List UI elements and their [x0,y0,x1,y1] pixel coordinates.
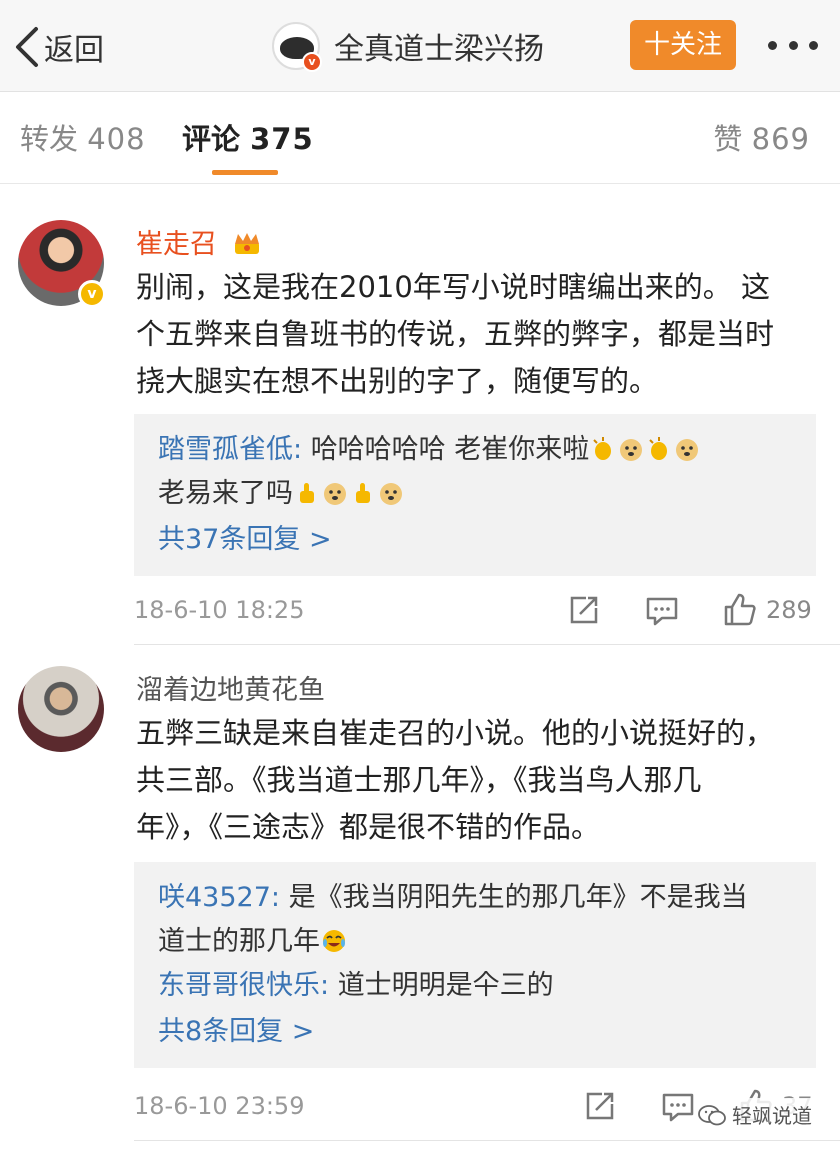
clap-emoji-icon [593,437,612,460]
reply-colon: : [293,434,311,465]
reply-text: 道士的那几年 [158,926,320,957]
verified-badge-icon: v [78,280,106,308]
comment-text-line: 共三部。《我当道士那几年》，《我当鸟人那几 [136,763,702,797]
doge-emoji-icon [324,483,346,505]
comment-item: v 崔走召 别闹，这是我在2010年写小说时瞎编出来的。 这 个五弊来自鲁班书的… [0,200,840,645]
comment-author-name: 溜着边地黄花鱼 [136,675,325,706]
reply-text: 老易来了吗 [158,478,293,509]
divider [134,644,840,645]
like-icon[interactable] [722,592,758,628]
comment-text-line: 挠大腿实在想不出别的字了，随便写的。 [136,364,659,398]
wechat-icon [698,1104,726,1125]
chevron-left-icon [16,27,38,67]
reply-text: 道士明明是仐三的 [337,970,554,1001]
back-button[interactable]: 返回 [12,22,104,72]
reply-user[interactable]: 东哥哥很快乐 [158,970,320,1001]
watermark: 轻飒说道 [694,1098,816,1131]
comment-time: 18-6-10 18:25 [134,596,305,624]
laugh-cry-emoji-icon [323,930,345,952]
reply-user[interactable]: 踏雪孤雀低 [158,434,293,465]
comment-item: 溜着边地黄花鱼 五弊三缺是来自崔走召的小说。他的小说挺好的， 共三部。《我当道士… [0,646,840,1154]
doge-emoji-icon [676,439,699,461]
reply-item: 道士的那几年 [158,920,794,964]
back-label: 返回 [44,33,104,68]
comment-time: 18-6-10 23:59 [134,1092,305,1120]
avatar[interactable]: v [18,220,106,308]
reply-item: 踏雪孤雀低: 哈哈哈哈哈 老崔你来啦 [158,428,794,472]
comment-icon[interactable] [660,1088,696,1124]
tab-comments-count: 375 [250,122,314,156]
reply-box[interactable]: 咲43527: 是《我当阴阳先生的那几年》不是我当 道士的那几年 东哥哥很快乐:… [134,862,816,1068]
reply-colon: : [270,882,289,913]
tab-repost-count: 408 [87,122,146,156]
more-replies-link[interactable]: 共37条回复 > [158,518,794,562]
tab-repost-label: 转发 [20,122,79,156]
top-nav-bar: 返回 v 全真道士梁兴扬 十关注 [0,0,840,92]
reply-box[interactable]: 踏雪孤雀低: 哈哈哈哈哈 老崔你来啦 老易来了吗 共37条回复 > [134,414,816,576]
reply-item: 咲43527: 是《我当阴阳先生的那几年》不是我当 [158,876,794,920]
thumbs-up-emoji-icon [356,483,370,503]
comment-author-name: 崔走召 [136,229,217,260]
tab-comments-label: 评论 [182,122,241,156]
tab-bar: 转发 408 评论 375 赞 869 [0,92,840,184]
comment-text: 别闹，这是我在2010年写小说时瞎编出来的。 这 个五弊来自鲁班书的传说，五弊的… [136,264,816,405]
follow-button[interactable]: 十关注 [630,20,736,70]
verified-badge-icon: v [302,52,322,72]
clap-emoji-icon [649,437,668,460]
reply-text: 哈哈哈哈哈 老崔你来啦 [310,434,590,465]
comment-text-line: 别闹，这是我在2010年写小说时瞎编出来的。 这 [136,270,771,304]
page-title: 全真道士梁兴扬 [334,32,544,67]
comment-author[interactable]: 崔走召 [136,222,262,261]
more-replies-link[interactable]: 共8条回复 > [158,1010,794,1054]
more-options-icon[interactable] [768,38,818,52]
watermark-text: 轻飒说道 [732,1104,812,1128]
tab-likes-label: 赞 [713,122,743,156]
comment-icon[interactable] [644,592,680,628]
comment-author[interactable]: 溜着边地黄花鱼 [136,668,325,707]
avatar[interactable] [18,666,104,752]
thumbs-up-emoji-icon [300,483,314,503]
tab-likes[interactable]: 赞 869 [713,116,810,158]
comment-text-line: 五弊三缺是来自崔走召的小说。他的小说挺好的， [136,716,775,750]
reply-item: 东哥哥很快乐: 道士明明是仐三的 [158,964,794,1008]
comment-text-line: 年》，《三途志》都是很不错的作品。 [136,810,601,844]
tab-likes-count: 869 [751,122,810,156]
doge-emoji-icon [380,483,402,505]
comment-meta: 18-6-10 18:25 289 [134,592,816,632]
reply-text: 是《我当阴阳先生的那几年》不是我当 [288,882,748,913]
divider [134,1140,840,1141]
avatar[interactable]: v [272,22,322,72]
comment-text: 五弊三缺是来自崔走召的小说。他的小说挺好的， 共三部。《我当道士那几年》，《我当… [136,710,816,851]
reply-user[interactable]: 咲43527 [158,882,271,913]
active-tab-indicator [212,170,278,175]
comment-text-line: 个五弊来自鲁班书的传说，五弊的弊字，都是当时 [136,317,775,351]
repost-icon[interactable] [582,1088,618,1124]
reply-item: 老易来了吗 [158,472,794,516]
repost-icon[interactable] [566,592,602,628]
like-count: 289 [766,596,812,624]
doge-emoji-icon [620,439,643,461]
profile-header[interactable]: v 全真道士梁兴扬 [272,18,544,74]
reply-colon: : [320,970,338,1001]
crown-icon [234,233,259,254]
tab-repost[interactable]: 转发 408 [20,116,146,158]
tab-comments[interactable]: 评论 375 [182,116,314,158]
